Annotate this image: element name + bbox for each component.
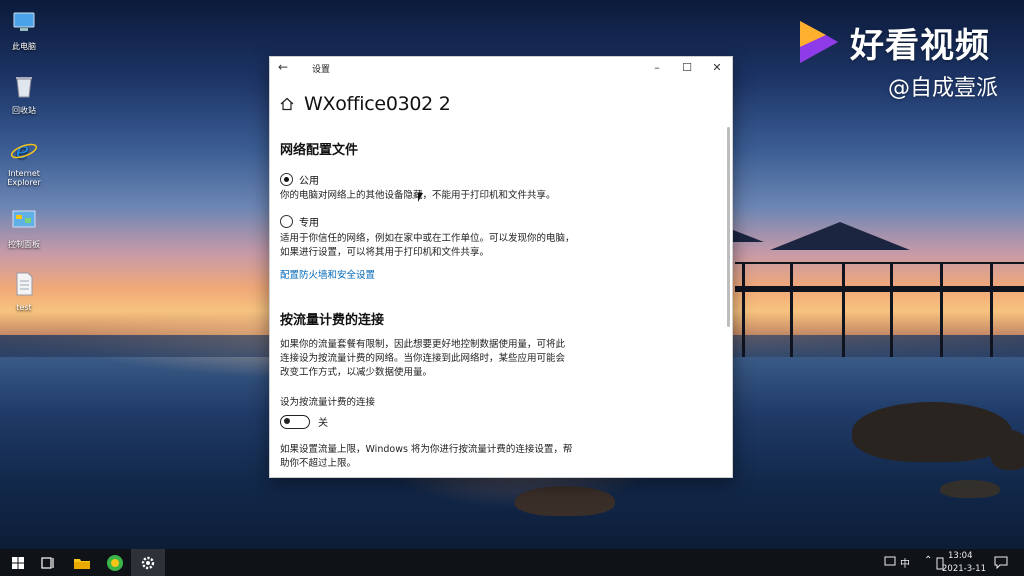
pier-hut-roof-left bbox=[728, 228, 764, 242]
desktop-icon-label: Internet Explorer bbox=[7, 169, 41, 187]
clock-time[interactable]: 13:04 bbox=[948, 551, 973, 561]
toggle-state: 关 bbox=[318, 418, 328, 429]
desktop-icon-ie[interactable]: e Internet Explorer bbox=[2, 136, 46, 187]
private-description: 适用于你信任的网络，例如在家中或在工作单位。可以发现你的电脑，如果进行设置，可以… bbox=[280, 233, 575, 258]
home-icon[interactable] bbox=[280, 97, 294, 111]
radio-public[interactable]: 公用 bbox=[280, 172, 319, 187]
svg-text:e: e bbox=[16, 139, 29, 164]
pier-post bbox=[940, 262, 943, 357]
taskbar: 中 ⌃ 13:04 2021-3-11 bbox=[0, 549, 1024, 576]
desktop-icon-label: 控制面板 bbox=[8, 240, 40, 249]
chevron-up-icon[interactable]: ⌃ bbox=[924, 555, 932, 566]
metered-toggle-switch[interactable] bbox=[280, 414, 310, 429]
pier-post bbox=[742, 262, 745, 357]
desktop-icon-label: test bbox=[16, 303, 32, 312]
pier-post bbox=[842, 262, 845, 357]
radio-label: 专用 bbox=[299, 218, 319, 229]
metered-footer: 如果设置流量上限，Windows 将为你进行按流量计费的连接设置，帮助你不超过上… bbox=[280, 444, 573, 469]
network-profile-heading: 网络配置文件 bbox=[280, 143, 359, 158]
desktop-icon-control-panel[interactable]: 控制面板 bbox=[4, 206, 44, 250]
metered-toggle-row[interactable]: 关 bbox=[280, 414, 328, 429]
watermark-author: @自成壹派 bbox=[888, 76, 999, 101]
desktop-icon-recycle-bin[interactable]: 回收站 bbox=[4, 72, 44, 116]
rock bbox=[940, 480, 1000, 498]
pier-hut-roof bbox=[770, 222, 910, 250]
rock bbox=[990, 430, 1024, 470]
settings-window: ← 设置 – ☐ ✕ WXoffice0302 2 网络配置文件 公用 你的电脑… bbox=[269, 56, 733, 478]
text-file-icon bbox=[16, 272, 33, 296]
desktop-icon-label: 此电脑 bbox=[12, 42, 36, 51]
desktop-icon-test[interactable]: test bbox=[4, 270, 44, 312]
windows-start-icon[interactable] bbox=[8, 553, 28, 573]
haokan-logo-icon bbox=[800, 21, 838, 63]
metered-description: 如果你的流量套餐有限制，因此想要更好地控制数据使用量，可将此连接设为按流量计费的… bbox=[280, 339, 566, 378]
rock bbox=[515, 486, 615, 516]
browser-icon[interactable] bbox=[105, 553, 125, 573]
clock-date[interactable]: 2021-3-11 bbox=[942, 564, 986, 574]
ime-indicator[interactable]: 中 bbox=[900, 555, 910, 570]
keyboard-icon[interactable] bbox=[884, 555, 896, 567]
pier-post bbox=[890, 262, 893, 357]
pier-post bbox=[790, 262, 793, 357]
mouse-cursor-icon bbox=[418, 193, 423, 202]
internet-explorer-icon: e bbox=[10, 139, 38, 164]
page-title: WXoffice0302 2 bbox=[304, 93, 451, 115]
metered-heading: 按流量计费的连接 bbox=[280, 313, 385, 328]
file-explorer-icon[interactable] bbox=[72, 553, 92, 573]
desktop-icon-label: 回收站 bbox=[12, 106, 36, 115]
close-button[interactable]: ✕ bbox=[702, 59, 732, 77]
radio-button-selected[interactable] bbox=[280, 173, 293, 186]
radio-label: 公用 bbox=[299, 176, 319, 187]
control-panel-icon bbox=[12, 210, 36, 228]
pier-deck bbox=[735, 286, 1024, 292]
metered-toggle-label: 设为按流量计费的连接 bbox=[280, 397, 376, 408]
title-bar[interactable]: ← 设置 – ☐ ✕ bbox=[270, 57, 732, 79]
public-description: 你的电脑对网络上的其他设备隐藏，不能用于打印机和文件共享。 bbox=[280, 190, 556, 201]
scrollbar[interactable] bbox=[727, 127, 730, 327]
radio-button[interactable] bbox=[280, 215, 293, 228]
minimize-button[interactable]: – bbox=[642, 59, 672, 77]
computer-icon bbox=[13, 12, 35, 31]
window-title: 设置 bbox=[312, 65, 331, 75]
recycle-bin-icon bbox=[16, 77, 32, 98]
settings-gear-icon[interactable] bbox=[138, 553, 158, 573]
maximize-button[interactable]: ☐ bbox=[672, 59, 702, 77]
firewall-link[interactable]: 配置防火墙和安全设置 bbox=[280, 267, 375, 281]
notification-icon[interactable] bbox=[994, 555, 1008, 569]
pier-rail bbox=[735, 262, 1024, 264]
task-view-icon[interactable] bbox=[38, 553, 58, 573]
pier-post bbox=[990, 262, 993, 357]
page-header: WXoffice0302 2 bbox=[280, 93, 451, 115]
desktop-icon-this-pc[interactable]: 此电脑 bbox=[4, 8, 44, 52]
rock bbox=[852, 402, 1012, 462]
back-arrow-icon[interactable]: ← bbox=[278, 60, 288, 74]
watermark-brand: 好看视频 bbox=[850, 26, 990, 66]
radio-private[interactable]: 专用 bbox=[280, 214, 319, 229]
